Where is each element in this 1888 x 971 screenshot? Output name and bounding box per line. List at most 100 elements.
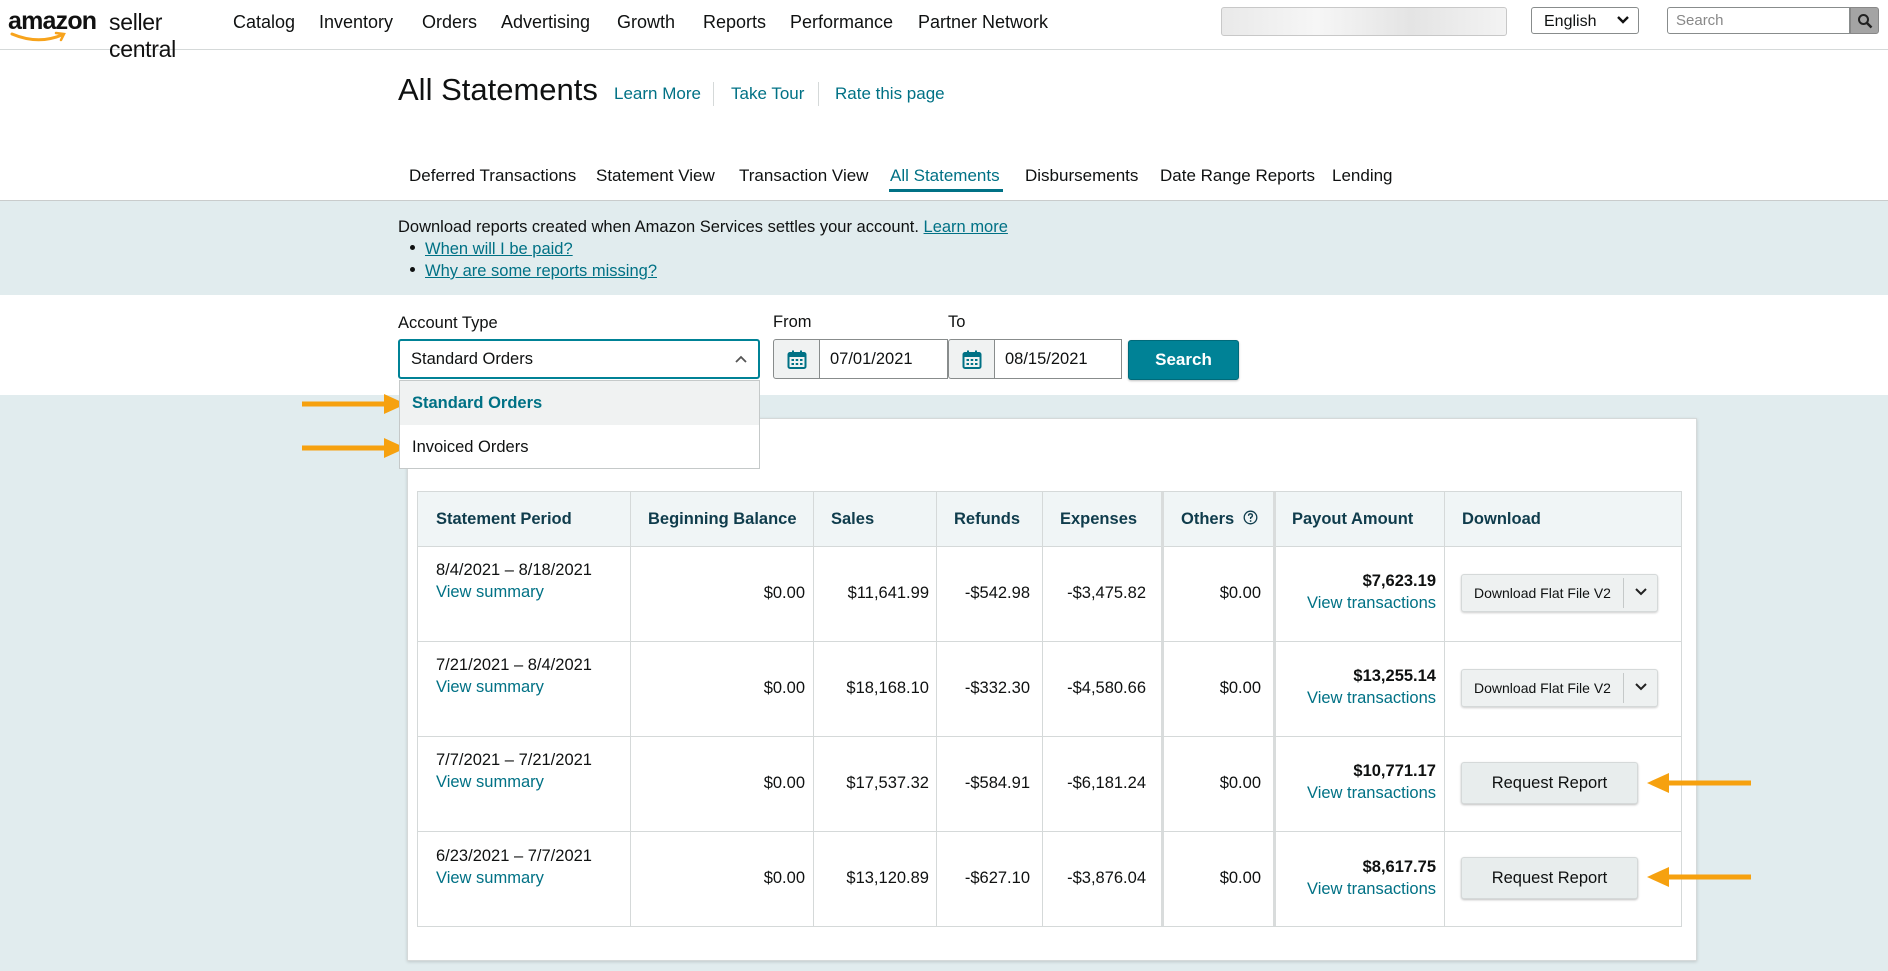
- download-button-label: Download Flat File V2: [1474, 680, 1611, 696]
- sales-value: $13,120.89: [846, 869, 929, 887]
- language-select[interactable]: English: [1531, 7, 1639, 34]
- tab-deferred-transactions[interactable]: Deferred Transactions: [409, 166, 576, 186]
- others-value: $0.00: [1219, 774, 1261, 792]
- arrow-right-icon: [302, 438, 406, 458]
- view-summary-link[interactable]: View summary: [436, 869, 544, 887]
- tab-date-range-reports[interactable]: Date Range Reports: [1160, 166, 1315, 186]
- beginning-balance: $0.00: [763, 584, 805, 602]
- chevron-down-icon: [1617, 16, 1629, 24]
- account-type-dropdown: Standard Orders Invoiced Orders: [399, 380, 760, 469]
- row-divider: [418, 831, 1681, 832]
- payout-amount: $7,623.19: [1362, 572, 1436, 590]
- view-transactions-link[interactable]: View transactions: [1307, 594, 1436, 612]
- search-button[interactable]: [1850, 7, 1879, 34]
- top-nav: amazon seller central Catalog Inventory …: [0, 0, 1888, 62]
- statement-period: 8/4/2021 – 8/18/2021: [436, 561, 592, 579]
- arrow-left-icon: [1647, 773, 1751, 793]
- nav-partner-network[interactable]: Partner Network: [918, 12, 1048, 33]
- search-statements-button[interactable]: Search: [1128, 340, 1239, 380]
- col-others-label: Others: [1181, 510, 1235, 528]
- page-title: All Statements: [398, 72, 598, 107]
- col-statement-period: Statement Period: [436, 510, 572, 528]
- list-item: When will I be paid?: [410, 240, 573, 259]
- to-calendar-button[interactable]: [948, 339, 995, 379]
- view-transactions-link[interactable]: View transactions: [1307, 689, 1436, 707]
- when-paid-link[interactable]: When will I be paid?: [425, 240, 573, 258]
- others-value: $0.00: [1219, 584, 1261, 602]
- col-sales: Sales: [831, 510, 875, 528]
- beginning-balance: $0.00: [763, 679, 805, 697]
- column-divider: [1042, 492, 1043, 926]
- rate-page-link[interactable]: Rate this page: [835, 84, 945, 104]
- expenses-value: -$3,876.04: [1067, 869, 1146, 887]
- expenses-value: -$6,181.24: [1067, 774, 1146, 792]
- refunds-value: -$584.91: [964, 774, 1030, 792]
- chevron-down-icon[interactable]: [1634, 682, 1648, 692]
- column-divider: [1444, 492, 1445, 926]
- nav-orders[interactable]: Orders: [422, 12, 477, 33]
- chevron-up-icon: [735, 355, 747, 363]
- refunds-value: -$627.10: [964, 869, 1030, 887]
- arrow-left-icon: [1647, 867, 1751, 887]
- option-invoiced-orders[interactable]: Invoiced Orders: [400, 425, 759, 469]
- search-input[interactable]: [1667, 7, 1850, 34]
- account-type-select[interactable]: Standard Orders: [398, 339, 760, 379]
- view-transactions-link[interactable]: View transactions: [1307, 784, 1436, 802]
- tab-lending[interactable]: Lending: [1332, 166, 1393, 186]
- nav-advertising[interactable]: Advertising: [501, 12, 590, 33]
- download-flat-file-button[interactable]: Download Flat File V2: [1461, 669, 1658, 707]
- to-date-input[interactable]: 08/15/2021: [995, 339, 1122, 379]
- download-flat-file-button[interactable]: Download Flat File V2: [1461, 574, 1658, 612]
- learn-more-link[interactable]: Learn More: [614, 84, 701, 104]
- button-split: [1623, 673, 1624, 703]
- account-switcher[interactable]: [1221, 7, 1507, 36]
- calendar-icon: [787, 350, 807, 369]
- sales-value: $11,641.99: [847, 584, 929, 602]
- button-split: [1623, 578, 1624, 608]
- from-calendar-button[interactable]: [773, 339, 820, 379]
- nav-growth[interactable]: Growth: [617, 12, 675, 33]
- payout-amount: $10,771.17: [1353, 762, 1436, 780]
- view-summary-link[interactable]: View summary: [436, 773, 544, 791]
- account-type-value: Standard Orders: [411, 350, 533, 368]
- chevron-down-icon[interactable]: [1634, 587, 1648, 597]
- nav-inventory[interactable]: Inventory: [319, 12, 393, 33]
- option-standard-orders[interactable]: Standard Orders: [400, 381, 759, 425]
- col-others: Others: [1181, 510, 1258, 529]
- sales-value: $18,168.10: [846, 679, 929, 697]
- account-type-label: Account Type: [398, 314, 498, 332]
- take-tour-link[interactable]: Take Tour: [731, 84, 804, 104]
- refunds-value: -$542.98: [964, 584, 1030, 602]
- nav-catalog[interactable]: Catalog: [233, 12, 295, 33]
- sales-value: $17,537.32: [846, 774, 929, 792]
- tab-disbursements[interactable]: Disbursements: [1025, 166, 1138, 186]
- table-header: Statement Period Beginning Balance Sales…: [418, 492, 1681, 547]
- col-beginning-balance: Beginning Balance: [648, 510, 797, 528]
- view-summary-link[interactable]: View summary: [436, 583, 544, 601]
- to-label: To: [948, 313, 966, 331]
- calendar-icon: [962, 350, 982, 369]
- request-report-button[interactable]: Request Report: [1461, 762, 1638, 804]
- info-learn-more-link[interactable]: Learn more: [924, 218, 1008, 236]
- reports-missing-link[interactable]: Why are some reports missing?: [425, 262, 657, 280]
- tab-transaction-view[interactable]: Transaction View: [739, 166, 868, 186]
- view-transactions-link[interactable]: View transactions: [1307, 880, 1436, 898]
- expenses-value: -$3,475.82: [1067, 584, 1146, 602]
- refunds-value: -$332.30: [964, 679, 1030, 697]
- help-icon[interactable]: [1243, 510, 1258, 525]
- tab-statement-view[interactable]: Statement View: [596, 166, 715, 186]
- request-report-button[interactable]: Request Report: [1461, 857, 1638, 899]
- col-expenses: Expenses: [1060, 510, 1138, 528]
- column-divider: [813, 492, 814, 926]
- view-summary-link[interactable]: View summary: [436, 678, 544, 696]
- col-download: Download: [1462, 510, 1541, 528]
- list-item: Why are some reports missing?: [410, 262, 657, 281]
- expenses-value: -$4,580.66: [1067, 679, 1146, 697]
- others-value: $0.00: [1219, 869, 1261, 887]
- nav-performance[interactable]: Performance: [790, 12, 893, 33]
- nav-reports[interactable]: Reports: [703, 12, 766, 33]
- from-date-input[interactable]: 07/01/2021: [820, 339, 948, 379]
- tab-all-statements[interactable]: All Statements: [890, 166, 1000, 186]
- info-band: [0, 201, 1888, 295]
- seller-central-logo[interactable]: amazon seller central: [8, 5, 213, 62]
